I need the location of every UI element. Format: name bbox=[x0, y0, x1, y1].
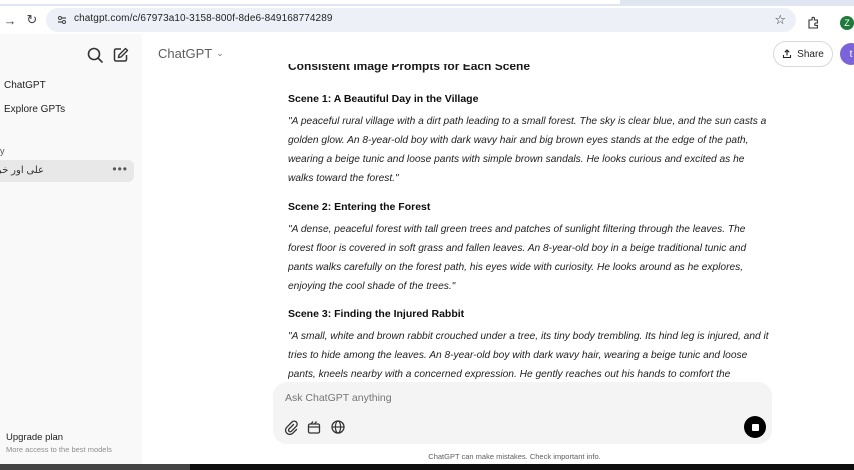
model-name[interactable]: ChatGPT bbox=[158, 46, 212, 61]
composer bbox=[273, 382, 772, 444]
address-bar[interactable]: chatgpt.com/c/67973a10-3158-800f-8de6-84… bbox=[46, 8, 796, 32]
sidebar-item-chatgpt[interactable]: ChatGPT bbox=[4, 80, 46, 91]
sidebar-chat-item[interactable]: علی اور خرگوش ••• bbox=[0, 160, 134, 182]
scene-prompt-text: "A small, white and brown rabbit crouche… bbox=[288, 331, 769, 380]
sidebar-section-heading: y bbox=[0, 146, 5, 156]
model-selector[interactable]: ChatGPT ⌄ bbox=[158, 46, 224, 61]
section-heading: Consistent Image Prompts for Each Scene bbox=[288, 64, 531, 73]
scene-prompt-text: "A peaceful rural village with a dirt pa… bbox=[288, 116, 767, 184]
site-info-icon[interactable] bbox=[56, 14, 68, 26]
scene-title: Scene 3: Finding the Injured Rabbit bbox=[288, 308, 465, 320]
chevron-down-icon[interactable]: ⌄ bbox=[216, 48, 224, 59]
new-chat-icon[interactable] bbox=[112, 46, 130, 64]
conversation-area: Consistent Image Prompts for Each Scene … bbox=[288, 64, 788, 382]
forward-icon[interactable]: → bbox=[2, 12, 18, 28]
upgrade-plan-link[interactable]: Upgrade plan bbox=[6, 432, 63, 443]
stop-generating-button[interactable] bbox=[744, 416, 766, 438]
share-label: Share bbox=[797, 48, 824, 60]
sidebar-item-explore-gpts[interactable]: Explore GPTs bbox=[4, 104, 65, 115]
attach-icon[interactable] bbox=[283, 419, 299, 435]
more-options-icon[interactable]: ••• bbox=[112, 162, 128, 176]
share-icon bbox=[783, 49, 792, 59]
scene-title: Scene 1: A Beautiful Day in the Village bbox=[288, 93, 479, 105]
url-text[interactable]: chatgpt.com/c/67973a10-3158-800f-8de6-84… bbox=[74, 13, 333, 24]
active-tab[interactable] bbox=[0, 0, 620, 4]
scene-prompt-text: "A dense, peaceful forest with tall gree… bbox=[288, 224, 747, 292]
scene-title: Scene 2: Entering the Forest bbox=[288, 201, 431, 213]
sidebar: ChatGPT Explore GPTs y علی اور خرگوش •••… bbox=[0, 34, 142, 464]
globe-icon[interactable] bbox=[330, 419, 346, 435]
browser-toolbar: → ↻ chatgpt.com/c/67973a10-3158-800f-8de… bbox=[0, 6, 854, 34]
extensions-icon[interactable] bbox=[806, 16, 820, 30]
reload-icon[interactable]: ↻ bbox=[24, 12, 40, 28]
user-avatar[interactable]: t bbox=[840, 43, 854, 65]
search-icon[interactable] bbox=[86, 46, 104, 64]
stop-icon bbox=[751, 423, 759, 431]
bookmark-star-icon[interactable]: ☆ bbox=[774, 12, 786, 28]
browser-profile-avatar[interactable]: Z bbox=[840, 16, 854, 30]
taskbar-segment bbox=[0, 464, 190, 470]
tools-icon[interactable] bbox=[306, 419, 322, 435]
chat-item-title[interactable]: علی اور خرگوش bbox=[0, 165, 44, 176]
disclaimer-text: ChatGPT can make mistakes. Check importa… bbox=[428, 452, 601, 461]
prompt-input[interactable] bbox=[285, 390, 725, 406]
